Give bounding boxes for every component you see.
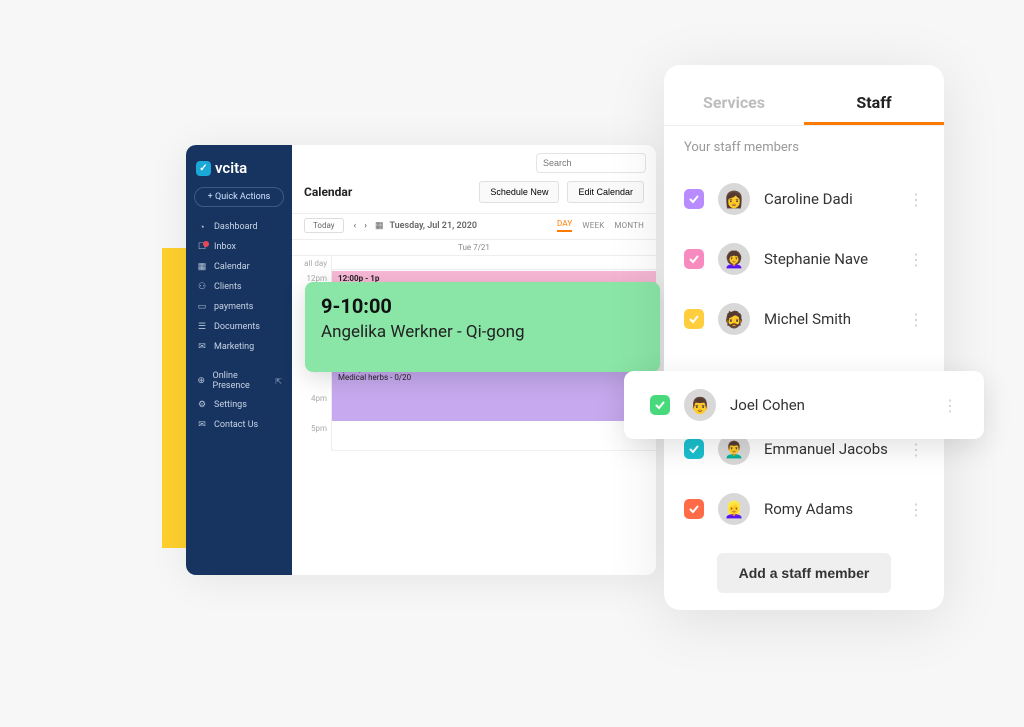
staff-panel: Services Staff Your staff members 👩 Carol… xyxy=(664,65,944,610)
gear-icon: ⚙ xyxy=(196,399,208,411)
tab-services[interactable]: Services xyxy=(664,87,804,125)
view-tab-month[interactable]: MONTH xyxy=(614,221,644,230)
all-day-label: all day xyxy=(292,256,332,271)
sidebar-item-label: payments xyxy=(214,302,253,312)
checkbox-icon[interactable] xyxy=(684,189,704,209)
sidebar-item-payments[interactable]: ▭ payments xyxy=(194,297,284,317)
checkbox-icon[interactable] xyxy=(684,249,704,269)
checkbox-icon[interactable] xyxy=(684,439,704,459)
sidebar-item-label: Online Presence xyxy=(213,371,270,391)
staff-row[interactable]: 👩 Caroline Dadi ⋮ xyxy=(684,169,924,229)
sidebar-item-contact-us[interactable]: ✉ Contact Us xyxy=(194,415,284,435)
tab-staff[interactable]: Staff xyxy=(804,87,944,125)
brand: ✓ vcita xyxy=(194,159,284,177)
staff-name: Romy Adams xyxy=(764,500,894,518)
megaphone-icon: ✉ xyxy=(196,341,208,353)
checkbox-icon[interactable] xyxy=(684,309,704,329)
sidebar-item-label: Settings xyxy=(214,400,247,410)
sidebar-item-inbox[interactable]: ☐ Inbox xyxy=(194,237,284,257)
people-icon: ⚇ xyxy=(196,281,208,293)
avatar: 🧔 xyxy=(718,303,750,335)
quick-actions-button[interactable]: Quick Actions xyxy=(194,187,284,207)
calendar-controls: Today ‹ › ▦ Tuesday, Jul 21, 2020 DAY WE… xyxy=(292,213,656,240)
sidebar-item-label: Clients xyxy=(214,282,242,292)
sidebar-item-label: Documents xyxy=(214,322,260,332)
checkbox-icon[interactable] xyxy=(650,395,670,415)
sidebar-item-label: Calendar xyxy=(214,262,250,272)
page-title: Calendar xyxy=(304,185,352,199)
more-options-icon[interactable]: ⋮ xyxy=(908,500,924,519)
featured-event-title: Angelika Werkner - Qi-gong xyxy=(321,322,644,342)
card-icon: ▭ xyxy=(196,301,208,313)
sidebar-item-label: Dashboard xyxy=(214,222,258,232)
sidebar-item-dashboard[interactable]: ◔ Dashboard xyxy=(194,217,284,237)
brand-logo-icon: ✓ xyxy=(196,161,211,176)
sidebar-item-documents[interactable]: ☰ Documents xyxy=(194,317,284,337)
staff-name: Stephanie Nave xyxy=(764,250,894,268)
sidebar-item-clients[interactable]: ⚇ Clients xyxy=(194,277,284,297)
today-button[interactable]: Today xyxy=(304,218,344,233)
staff-subtitle: Your staff members xyxy=(684,140,924,155)
hour-label: 4pm xyxy=(292,391,332,421)
current-date-label: Tuesday, Jul 21, 2020 xyxy=(389,221,477,231)
staff-name: Michel Smith xyxy=(764,310,894,328)
brand-name: vcita xyxy=(215,159,247,177)
sidebar-item-label: Inbox xyxy=(214,242,236,252)
featured-event-card[interactable]: 9-10:00 Angelika Werkner - Qi-gong xyxy=(305,282,660,372)
avatar: 👩 xyxy=(718,183,750,215)
mail-icon: ✉ xyxy=(196,419,208,431)
sidebar-item-settings[interactable]: ⚙ Settings xyxy=(194,395,284,415)
more-options-icon[interactable]: ⋮ xyxy=(908,190,924,209)
next-day-button[interactable]: › xyxy=(360,221,371,231)
edit-calendar-button[interactable]: Edit Calendar xyxy=(567,181,644,203)
add-staff-button[interactable]: Add a staff member xyxy=(717,553,892,593)
sidebar-item-online-presence[interactable]: ⊕ Online Presence ⇱ xyxy=(194,367,284,395)
featured-event-time: 9-10:00 xyxy=(321,294,644,318)
calendar-picker-icon[interactable]: ▦ xyxy=(375,221,384,231)
staff-row[interactable]: 👩‍🦱 Stephanie Nave ⋮ xyxy=(684,229,924,289)
event-title: Medical herbs - 0/20 xyxy=(338,373,650,382)
staff-row[interactable]: 🧔 Michel Smith ⋮ xyxy=(684,289,924,349)
sidebar-item-label: Marketing xyxy=(214,342,254,352)
checkbox-icon[interactable] xyxy=(684,499,704,519)
sidebar-item-label: Contact Us xyxy=(214,420,258,430)
prev-day-button[interactable]: ‹ xyxy=(350,221,361,231)
view-tab-day[interactable]: DAY xyxy=(557,219,572,232)
all-day-row: all day xyxy=(292,256,656,271)
more-options-icon[interactable]: ⋮ xyxy=(942,396,958,415)
more-options-icon[interactable]: ⋮ xyxy=(908,440,924,459)
sidebar-item-marketing[interactable]: ✉ Marketing xyxy=(194,337,284,357)
gauge-icon: ◔ xyxy=(196,221,208,233)
schedule-new-button[interactable]: Schedule New xyxy=(479,181,559,203)
staff-row[interactable]: 👨 Joel Cohen ⋮ xyxy=(624,371,984,439)
sidebar-item-calendar[interactable]: ▦ Calendar xyxy=(194,257,284,277)
external-link-icon: ⇱ xyxy=(275,377,282,386)
inbox-icon: ☐ xyxy=(196,241,208,253)
view-tab-week[interactable]: WEEK xyxy=(582,221,604,230)
search-input[interactable] xyxy=(536,153,646,173)
more-options-icon[interactable]: ⋮ xyxy=(908,250,924,269)
hour-label: 5pm xyxy=(292,421,332,451)
sidebar: ✓ vcita Quick Actions ◔ Dashboard ☐ Inbo… xyxy=(186,145,292,575)
staff-name: Emmanuel Jacobs xyxy=(764,440,894,458)
globe-icon: ⊕ xyxy=(196,375,207,387)
avatar: 👨 xyxy=(684,389,716,421)
staff-row[interactable]: 👱‍♀️ Romy Adams ⋮ xyxy=(684,479,924,539)
day-header: Tue 7/21 xyxy=(292,240,656,256)
avatar: 👱‍♀️ xyxy=(718,493,750,525)
staff-name: Caroline Dadi xyxy=(764,190,894,208)
more-options-icon[interactable]: ⋮ xyxy=(908,310,924,329)
document-icon: ☰ xyxy=(196,321,208,333)
avatar: 👩‍🦱 xyxy=(718,243,750,275)
calendar-icon: ▦ xyxy=(196,261,208,273)
staff-name: Joel Cohen xyxy=(730,396,928,414)
